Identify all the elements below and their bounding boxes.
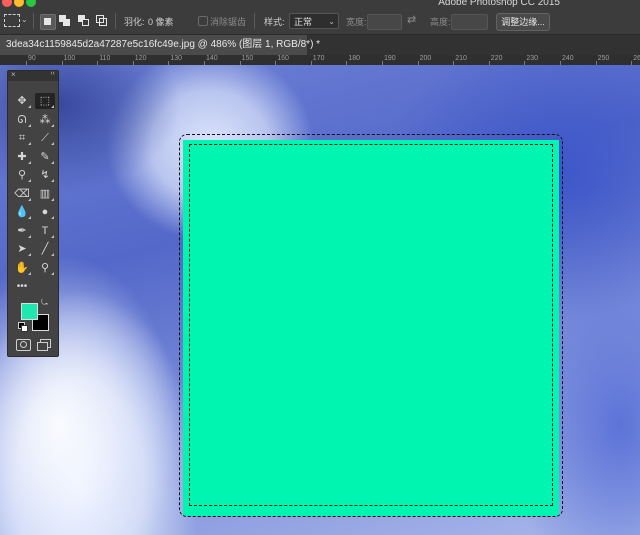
antialias-checkbox[interactable] (198, 16, 208, 26)
lasso-tool[interactable]: ᘏ (12, 112, 32, 128)
screen-mode-icon[interactable] (37, 339, 51, 351)
clone-stamp-tool[interactable]: ⚲ (12, 167, 32, 183)
horizontal-ruler[interactable]: 90 100 110 120 130 140 150 160 170 180 190 200 210 22… (0, 55, 640, 65)
history-brush-tool[interactable]: ↯ (35, 167, 55, 183)
line-tool[interactable]: ╱ (35, 241, 55, 257)
ruler-label: 220 (490, 55, 503, 62)
subtract-from-selection-button[interactable] (77, 14, 91, 28)
document-tab[interactable]: 3dea34c1159845d2a47287e5c16fc49e.jpg @ 4… (0, 35, 320, 55)
close-icon[interactable]: × (11, 70, 16, 79)
feather-input[interactable]: 0 像素 (148, 15, 174, 28)
width-label: 宽度: (346, 17, 367, 27)
hand-tool[interactable]: ✋ (12, 260, 32, 276)
type-tool[interactable]: T (35, 223, 55, 239)
ruler-label: 120 (134, 55, 147, 62)
feather-label: 羽化: (124, 17, 145, 27)
style-label: 样式: (264, 17, 285, 27)
ruler-label: 170 (312, 55, 325, 62)
height-input[interactable] (451, 14, 488, 30)
ruler-label: 140 (206, 55, 218, 62)
divider (115, 13, 116, 29)
ruler-label: 260 (633, 55, 640, 62)
ruler-label: 130 (170, 55, 183, 62)
foreground-color-swatch[interactable] (21, 303, 38, 320)
dodge-tool[interactable]: ● (35, 204, 55, 220)
intersect-selection-button[interactable] (95, 14, 109, 28)
rectangular-marquee-tool[interactable]: ⬚ (35, 93, 55, 109)
ruler-label: 100 (63, 55, 76, 62)
close-window-button[interactable] (2, 0, 12, 7)
divider (254, 13, 255, 29)
magic-wand-tool[interactable]: ⁂ (35, 112, 55, 128)
height-label: 高度: (430, 17, 451, 27)
swap-dimensions-icon[interactable]: ⇄ (407, 13, 416, 26)
default-colors-icon[interactable] (18, 322, 28, 332)
new-selection-button[interactable] (40, 14, 56, 30)
divider (33, 13, 34, 29)
ruler-label: 150 (241, 55, 254, 62)
zoom-tool[interactable]: ⚲ (35, 260, 55, 276)
blur-tool[interactable]: 💧 (12, 204, 32, 220)
marquee-preset-icon[interactable] (4, 14, 20, 27)
zoom-window-button[interactable] (26, 0, 36, 7)
antialias-label: 消除锯齿 (210, 17, 247, 27)
app-title: Adobe Photoshop CC 2015 (438, 0, 560, 8)
eyedropper-tool[interactable]: ⟋ (35, 130, 55, 146)
edit-toolbar-icon[interactable]: ••• (12, 279, 32, 295)
ruler-label: 110 (99, 55, 111, 62)
ruler-label: 180 (348, 55, 361, 62)
document-tab-bar: 3dea34c1159845d2a47287e5c16fc49e.jpg @ 4… (0, 35, 640, 55)
chevron-down-icon[interactable]: ⌄ (21, 15, 28, 24)
ruler-label: 250 (597, 55, 610, 62)
style-select-value: 正常 (294, 17, 313, 27)
tools-panel-header[interactable]: × ‹‹ (8, 70, 58, 81)
move-tool[interactable]: ✥ (12, 93, 32, 109)
ruler-label: 230 (526, 55, 539, 62)
ruler-label: 240 (562, 55, 574, 62)
brush-tool[interactable]: ✎ (35, 149, 55, 165)
add-to-selection-button[interactable] (58, 14, 72, 28)
crop-tool[interactable]: ⌗ (12, 130, 32, 146)
gradient-tool[interactable]: ▥ (35, 186, 55, 202)
tools-panel: × ‹‹ ✥ ⬚ ᘏ ⁂ ⌗ ⟋ ✚ ✎ ⚲ ↯ ⌫ ▥ 💧 ● ✒ T ➤ ╱ ✋ ⚲ ••• ⤿ (7, 70, 59, 357)
refine-edge-button[interactable]: 调整边缘... (496, 13, 550, 31)
eraser-tool[interactable]: ⌫ (12, 186, 32, 202)
swap-colors-icon[interactable]: ⤿ (41, 298, 48, 308)
options-bar: Adobe Photoshop CC 2015 ⌄ 羽化: 0 像素 消除锯齿 … (0, 0, 640, 35)
pen-tool[interactable]: ✒ (12, 223, 32, 239)
quick-mask-icon[interactable] (16, 339, 31, 351)
healing-brush-tool[interactable]: ✚ (12, 149, 32, 165)
ruler-label: 160 (277, 55, 289, 62)
ruler-label: 210 (455, 55, 467, 62)
selection-outline-inner (189, 144, 553, 506)
ruler-label: 90 (28, 55, 36, 62)
width-input[interactable] (367, 14, 402, 30)
style-select[interactable]: 正常 ⌄ (289, 13, 339, 29)
ruler-label: 200 (419, 55, 432, 62)
chevron-down-icon: ⌄ (328, 17, 335, 26)
ruler-label: 190 (384, 55, 396, 62)
collapse-icon[interactable]: ‹‹ (50, 70, 55, 77)
minimize-window-button[interactable] (14, 0, 24, 7)
path-selection-tool[interactable]: ➤ (12, 241, 32, 257)
document-canvas[interactable] (0, 65, 640, 535)
